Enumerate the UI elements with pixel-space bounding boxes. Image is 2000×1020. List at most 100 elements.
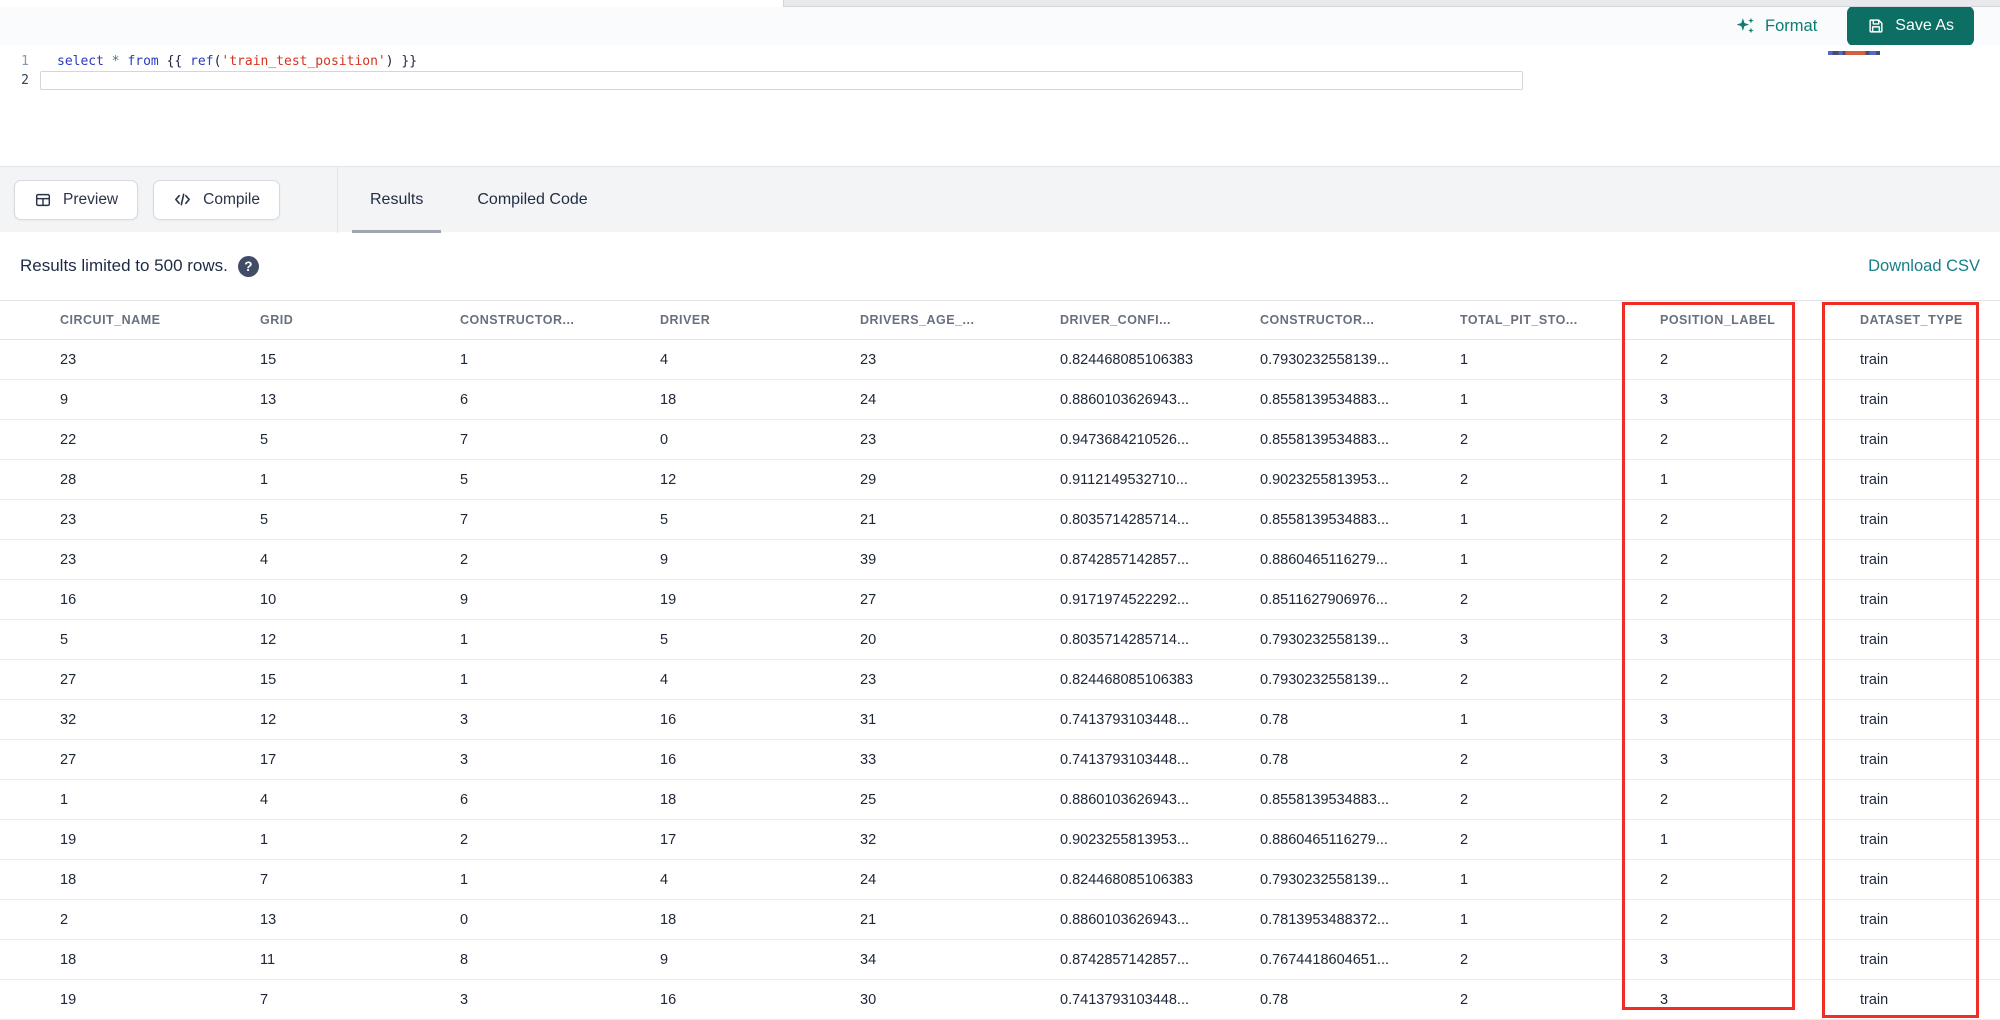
table-cell: 27 <box>0 659 200 700</box>
results-info-bar: Results limited to 500 rows. ? Download … <box>0 232 2000 300</box>
table-cell: 34 <box>800 939 1000 980</box>
table-cell: 2 <box>1600 539 1800 580</box>
table-cell: 2 <box>1600 859 1800 900</box>
table-cell: 18 <box>0 859 200 900</box>
tab-compiled-code[interactable]: Compiled Code <box>455 167 609 233</box>
table-cell: 21 <box>800 899 1000 940</box>
table-cell: 3 <box>400 979 600 1020</box>
column-header[interactable]: DRIVERS_AGE_... <box>800 300 1000 340</box>
table-cell: 10 <box>200 579 400 620</box>
table-cell: train <box>1800 419 2000 460</box>
table-cell: 0.8860465116279... <box>1200 819 1400 860</box>
table-cell: 0 <box>400 899 600 940</box>
table-row: 23 4 2 9 39 0.8742857142857... 0.8860465116279… <box>0 539 2000 580</box>
table-cell: train <box>1800 659 2000 700</box>
table-cell: 1 <box>400 339 600 380</box>
preview-button[interactable]: Preview <box>14 179 139 220</box>
tab-results[interactable]: Results <box>348 167 445 233</box>
table-header-row: CIRCUIT_NAME GRID CONSTRUCTOR... DRIVER DRIV… <box>0 300 2000 340</box>
code-line-2-active[interactable] <box>40 71 1523 90</box>
table-cell: train <box>1800 459 2000 500</box>
table-cell: 0.9023255813953... <box>1000 819 1200 860</box>
column-header[interactable]: POSITION_LABEL <box>1600 300 1800 340</box>
table-cell: 39 <box>800 539 1000 580</box>
table-cell: 2 <box>1400 939 1600 980</box>
table-cell: 1 <box>200 459 400 500</box>
column-header[interactable]: DATASET_TYPE <box>1800 300 2000 340</box>
table-cell: 12 <box>600 459 800 500</box>
table-row: 18 11 8 9 34 0.8742857142857... 0.767441860465… <box>0 939 2000 980</box>
table-cell: 29 <box>800 459 1000 500</box>
table-cell: 4 <box>600 339 800 380</box>
table-cell: 21 <box>800 499 1000 540</box>
table-cell: 1 <box>400 859 600 900</box>
code-token: ref <box>190 54 214 69</box>
table-cell: 0.7930232558139... <box>1200 659 1400 700</box>
table-cell: 2 <box>1600 419 1800 460</box>
table-cell: 18 <box>600 379 800 420</box>
table-cell: 0.7413793103448... <box>1000 739 1200 780</box>
format-button[interactable]: Format <box>1735 16 1817 37</box>
table-cell: 9 <box>600 939 800 980</box>
table-row: 28 1 5 12 29 0.9112149532710... 0.902325581395… <box>0 459 2000 500</box>
table-cell: 1 <box>1400 499 1600 540</box>
table-cell: 0.8558139534883... <box>1200 379 1400 420</box>
table-cell: 1 <box>200 819 400 860</box>
table-cell: 17 <box>200 739 400 780</box>
compile-button[interactable]: Compile <box>153 179 280 220</box>
table-cell: 1 <box>1400 339 1600 380</box>
question-icon[interactable]: ? <box>237 255 259 277</box>
table-row: 27 17 3 16 33 0.7413793103448... 0.78 2 3 train <box>0 739 2000 780</box>
column-header[interactable]: GRID <box>200 300 400 340</box>
code-line-1[interactable]: select * from {{ ref('train_test_positio… <box>40 52 2000 71</box>
table-row: 22 5 7 0 23 0.9473684210526... 0.8558139534883… <box>0 419 2000 460</box>
code-token: {{ <box>158 54 191 69</box>
table-cell: 33 <box>800 739 1000 780</box>
table-cell: 17 <box>600 819 800 860</box>
table-cell: 1 <box>1400 699 1600 740</box>
table-cell: 19 <box>0 819 200 860</box>
table-cell: 0.8511627906976... <box>1200 579 1400 620</box>
code-token: ) }} <box>385 54 418 69</box>
table-cell: 2 <box>1400 979 1600 1020</box>
table-cell: 23 <box>800 659 1000 700</box>
column-header[interactable]: CONSTRUCTOR... <box>1200 300 1400 340</box>
column-header[interactable]: CIRCUIT_NAME <box>0 300 200 340</box>
table-cell: 3 <box>1600 699 1800 740</box>
compile-label: Compile <box>203 190 260 208</box>
table-cell: 25 <box>800 779 1000 820</box>
editor-minimap <box>1828 51 1880 55</box>
column-header[interactable]: DRIVER_CONFI... <box>1000 300 1200 340</box>
table-cell: 27 <box>800 579 1000 620</box>
table-cell: 1 <box>1600 459 1800 500</box>
code-area[interactable]: select * from {{ ref('train_test_positio… <box>40 45 2000 166</box>
table-cell: 5 <box>200 499 400 540</box>
column-header[interactable]: DRIVER <box>600 300 800 340</box>
table-cell: 0 <box>600 419 800 460</box>
table-cell: 2 <box>1600 659 1800 700</box>
table-cell: 2 <box>1400 739 1600 780</box>
table-cell: 2 <box>1400 579 1600 620</box>
table-cell: 16 <box>0 579 200 620</box>
table-cell: 22 <box>0 419 200 460</box>
editor-toolbar: Format Save As <box>0 6 2000 46</box>
table-row: 23 15 1 4 23 0.824468085106383 0.7930232558139… <box>0 339 2000 380</box>
table-cell: 1 <box>1400 859 1600 900</box>
table-cell: 1 <box>400 659 600 700</box>
table-cell: train <box>1800 859 2000 900</box>
save-as-button[interactable]: Save As <box>1847 6 1974 46</box>
table-cell: 28 <box>0 459 200 500</box>
table-cell: 15 <box>200 659 400 700</box>
table-row: 9 13 6 18 24 0.8860103626943... 0.855813953488… <box>0 379 2000 420</box>
table-cell: 0.78 <box>1200 699 1400 740</box>
table-row: 19 7 3 16 30 0.7413793103448... 0.78 2 3 train <box>0 979 2000 1020</box>
code-token: * <box>103 54 128 69</box>
table-cell: 0.8860103626943... <box>1000 779 1200 820</box>
column-header[interactable]: TOTAL_PIT_STO... <box>1400 300 1600 340</box>
preview-label: Preview <box>63 190 119 208</box>
table-cell: 16 <box>600 699 800 740</box>
column-header[interactable]: CONSTRUCTOR... <box>400 300 600 340</box>
table-cell: 0.8742857142857... <box>1000 539 1200 580</box>
download-csv-link[interactable]: Download CSV <box>1868 257 1980 276</box>
sql-editor[interactable]: 1 2 select * from {{ ref('train_test_pos… <box>0 45 2000 166</box>
